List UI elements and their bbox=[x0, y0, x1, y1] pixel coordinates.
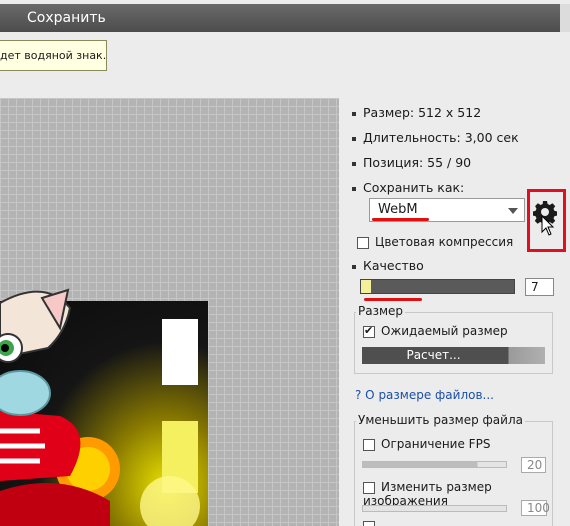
bullet-icon bbox=[352, 161, 356, 166]
fps-limit-label: Ограничение FPS bbox=[381, 437, 491, 451]
format-highlight-underline bbox=[372, 218, 429, 221]
window-title: Сохранить bbox=[27, 10, 106, 26]
info-size-text: Размер: 512 x 512 bbox=[363, 105, 482, 120]
bullet-icon bbox=[352, 264, 356, 269]
file-size-help-link[interactable]: ? О размере файлов... bbox=[355, 388, 494, 402]
resize-image-label: Изменить размер изображения bbox=[363, 480, 492, 508]
quality-value-field[interactable]: 7 bbox=[525, 278, 554, 296]
format-select-value: WebM bbox=[378, 202, 418, 217]
size-group bbox=[354, 312, 553, 374]
titlebar-edge bbox=[560, 4, 570, 32]
color-compression-label: Цветовая компрессия bbox=[375, 235, 514, 249]
resize-value-field[interactable]: 100 bbox=[521, 500, 550, 516]
partial-checkbox[interactable] bbox=[363, 521, 375, 526]
fps-limit-checkbox[interactable] bbox=[363, 438, 375, 451]
quality-label-text: Качество bbox=[363, 258, 424, 273]
save-as-label: Сохранить как: bbox=[352, 180, 464, 195]
chevron-down-icon bbox=[508, 208, 518, 214]
watermark-tooltip: дет водяной знак. bbox=[0, 40, 107, 71]
quality-slider-handle[interactable] bbox=[361, 280, 371, 293]
mouse-pointer-icon bbox=[541, 215, 555, 236]
info-size: Размер: 512 x 512 bbox=[352, 105, 481, 120]
info-duration: Длительность: 3,00 сек bbox=[352, 130, 519, 145]
quality-value: 7 bbox=[531, 280, 539, 294]
size-group-label: Размер bbox=[356, 304, 406, 318]
resize-value: 100 bbox=[527, 501, 550, 515]
reduce-size-group-label: Уменьшить размер файла bbox=[356, 413, 525, 427]
info-position: Позиция: 55 / 90 bbox=[352, 155, 471, 170]
bullet-icon bbox=[352, 186, 356, 191]
tooltip-text: дет водяной знак. bbox=[0, 49, 107, 62]
fps-value-field[interactable]: 20 bbox=[521, 457, 546, 473]
quality-label: Качество bbox=[352, 258, 424, 273]
calculate-button[interactable]: Расчет... bbox=[362, 347, 545, 364]
resize-slider[interactable] bbox=[362, 505, 507, 512]
expected-size-option[interactable]: Ожидаемый размер bbox=[363, 324, 508, 338]
preview-canvas bbox=[0, 98, 339, 526]
bullet-icon bbox=[352, 136, 356, 141]
bullet-icon bbox=[352, 111, 356, 116]
fps-slider[interactable] bbox=[362, 461, 507, 468]
quality-slider[interactable] bbox=[360, 279, 515, 294]
info-duration-text: Длительность: 3,00 сек bbox=[363, 130, 519, 145]
cat-head bbox=[0, 288, 72, 416]
expected-size-checkbox[interactable] bbox=[363, 324, 375, 338]
fps-limit-option[interactable]: Ограничение FPS bbox=[363, 437, 490, 451]
resize-image-checkbox[interactable] bbox=[363, 481, 375, 494]
fps-value: 20 bbox=[527, 458, 543, 472]
save-as-label-text: Сохранить как: bbox=[363, 180, 465, 195]
expected-size-label: Ожидаемый размер bbox=[381, 324, 508, 338]
quality-highlight-underline bbox=[364, 298, 422, 301]
info-position-text: Позиция: 55 / 90 bbox=[363, 155, 472, 170]
color-compression-checkbox[interactable] bbox=[357, 236, 369, 249]
window-titlebar: Сохранить bbox=[0, 4, 560, 32]
calculate-button-label: Расчет... bbox=[406, 348, 461, 362]
color-compression-option[interactable]: Цветовая компрессия bbox=[357, 235, 513, 249]
